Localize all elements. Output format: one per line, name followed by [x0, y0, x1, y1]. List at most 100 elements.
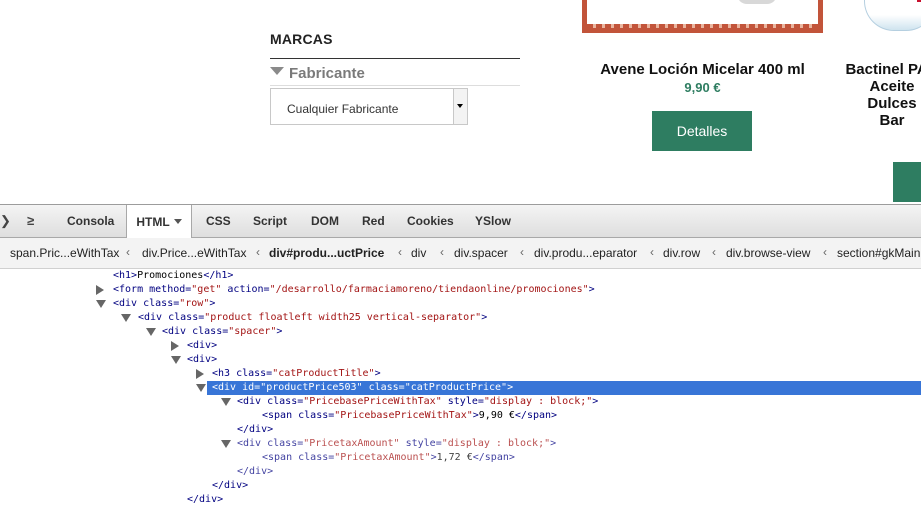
tree-node[interactable]: <div class="PricetaxAmount" style="displ… — [237, 437, 556, 451]
expand-triangle-down-icon[interactable] — [171, 356, 181, 364]
tag-open: <div — [138, 312, 163, 323]
expand-triangle-down-icon[interactable] — [221, 440, 231, 448]
expand-triangle-down-icon[interactable] — [121, 314, 131, 322]
breadcrumb-item[interactable]: span.Pric...eWithTax — [10, 246, 119, 260]
breadcrumb-item[interactable]: div.Price...eWithTax — [142, 246, 246, 260]
tab-label: Cookies — [407, 214, 454, 228]
attr-value: "productPrice503" — [260, 382, 363, 393]
expand-triangle-right-icon[interactable] — [171, 341, 179, 351]
tab-css[interactable]: CSS — [206, 205, 231, 237]
tree-node[interactable]: <div> — [187, 353, 217, 367]
product-title[interactable]: Avene Loción Micelar 400 ml — [582, 61, 823, 78]
breadcrumb-item-current[interactable]: div#produ...uctPrice — [269, 246, 384, 260]
attr-value: "product floatleft width25 vertical-sepa… — [204, 312, 482, 323]
chevron-left-icon: ‹ — [650, 245, 654, 259]
expand-triangle-down-icon[interactable] — [196, 384, 206, 392]
manufacturer-select[interactable]: Cualquier Fabricante — [270, 88, 468, 125]
tag-open: </div> — [187, 494, 224, 505]
attr-value: "row" — [179, 298, 210, 309]
chevron-left-icon: ‹ — [440, 245, 444, 259]
tree-node[interactable]: </div> — [212, 479, 248, 493]
tree-node[interactable]: <span class="PricebasePriceWithTax">9,90… — [262, 409, 557, 423]
tag-open: <h3 — [212, 368, 231, 379]
chevron-left-icon: ‹ — [823, 245, 827, 259]
tab-dom[interactable]: DOM — [311, 205, 339, 237]
text-node: 9,90 € — [478, 410, 515, 421]
breadcrumb-item[interactable]: div.row — [663, 246, 700, 260]
tree-node-selected[interactable]: <div id="productPrice503" class="catProd… — [212, 381, 513, 395]
tag-open: </div> — [212, 480, 249, 491]
tab-yslow[interactable]: YSlow — [475, 205, 511, 237]
tab-script[interactable]: Script — [253, 205, 287, 237]
tree-node[interactable]: <h3 class="catProductTitle"> — [212, 367, 381, 381]
breadcrumb-item[interactable]: div — [411, 246, 426, 260]
tree-node[interactable]: </div> — [187, 493, 223, 507]
breadcrumb-item[interactable]: section#gkMainb — [837, 246, 921, 260]
tab-red[interactable]: Red — [362, 205, 385, 237]
tree-node[interactable]: <span class="PricetaxAmount">1,72 €</spa… — [262, 451, 515, 465]
tab-label: HTML — [136, 214, 170, 229]
product-title-line: Bactinel PAC — [845, 61, 921, 78]
decorative-pattern — [587, 24, 818, 28]
tag-open: <div — [212, 382, 237, 393]
attr-name: class= — [162, 312, 205, 323]
tag-end: > — [276, 326, 283, 337]
tag-open: <span — [262, 452, 293, 463]
product-image-avene[interactable] — [582, 0, 823, 33]
details-button-bactinel[interactable] — [893, 162, 921, 202]
tab-html[interactable]: HTML — [126, 205, 192, 238]
inspect-chevron-icon[interactable]: ❯ — [0, 213, 11, 229]
triangle-down-icon — [270, 67, 284, 75]
expand-triangle-down-icon[interactable] — [146, 328, 156, 336]
tag-open: <form — [113, 284, 144, 295]
tab-label: Script — [253, 214, 288, 228]
brands-divider — [270, 58, 520, 59]
attr-name: style= — [399, 438, 442, 449]
tree-node[interactable]: <div> — [187, 339, 217, 353]
tab-consola[interactable]: Consola — [67, 205, 114, 237]
breadcrumb-item[interactable]: div.browse-view — [726, 246, 810, 260]
tree-node[interactable]: <div class="PricebasePriceWithTax" style… — [237, 395, 598, 409]
tag-end: > — [209, 298, 216, 309]
attr-value: "spacer" — [228, 326, 277, 337]
tree-node[interactable]: <form method="get" action="/desarrollo/f… — [113, 283, 595, 297]
attr-name: class= — [292, 410, 335, 421]
tree-node[interactable]: </div> — [237, 465, 273, 479]
attr-value: "PricetaxAmount" — [334, 452, 431, 463]
expand-triangle-down-icon[interactable] — [96, 300, 106, 308]
chevron-down-icon[interactable] — [173, 219, 182, 224]
product-title-bactinel[interactable]: Bactinel PAC Aceite Dulces Bar — [827, 61, 921, 129]
expand-triangle-right-icon[interactable] — [96, 285, 104, 295]
product-image-bactinel[interactable] — [864, 0, 921, 31]
tree-node[interactable]: <div class="spacer"> — [162, 325, 282, 339]
tag-end: > — [592, 396, 599, 407]
website-viewport: MARCAS Fabricante Cualquier Fabricante A… — [0, 0, 921, 204]
attr-name: style= — [441, 396, 484, 407]
attr-value: "catProductPrice" — [404, 382, 508, 393]
breadcrumb-item[interactable]: div.spacer — [454, 246, 508, 260]
attr-name: method= — [143, 284, 192, 295]
tree-node[interactable]: </div> — [237, 423, 273, 437]
dropdown-arrow-icon[interactable] — [453, 89, 467, 124]
expand-triangle-down-icon[interactable] — [221, 398, 231, 406]
attr-value: "/desarrollo/farmaciamoreno/tiendaonline… — [269, 284, 589, 295]
product-title-line: Aceite — [869, 78, 915, 95]
breadcrumb-item[interactable]: div.produ...eparator — [534, 246, 637, 260]
manufacturer-select-value: Cualquier Fabricante — [287, 102, 399, 116]
command-line-icon[interactable]: ≥ — [27, 213, 34, 228]
expand-triangle-right-icon[interactable] — [196, 369, 204, 379]
attr-name: class= — [292, 452, 335, 463]
tag-open: <div — [237, 438, 262, 449]
tree-node[interactable]: <h1>Promociones</h1> — [113, 269, 233, 283]
attr-value: "display : block;" — [483, 396, 593, 407]
tag-open: <div — [162, 326, 187, 337]
tab-cookies[interactable]: Cookies — [407, 205, 454, 237]
tab-label: CSS — [206, 214, 231, 228]
details-button[interactable]: Detalles — [652, 111, 752, 151]
tree-node[interactable]: <div class="product floatleft width25 ve… — [138, 311, 487, 325]
manufacturer-toggle[interactable]: Fabricante — [270, 63, 365, 83]
tag-open: </div> — [237, 424, 274, 435]
product-title-line: Dulces — [867, 95, 917, 112]
tag-open: <div> — [187, 340, 218, 351]
tree-node[interactable]: <div class="row"> — [113, 297, 215, 311]
